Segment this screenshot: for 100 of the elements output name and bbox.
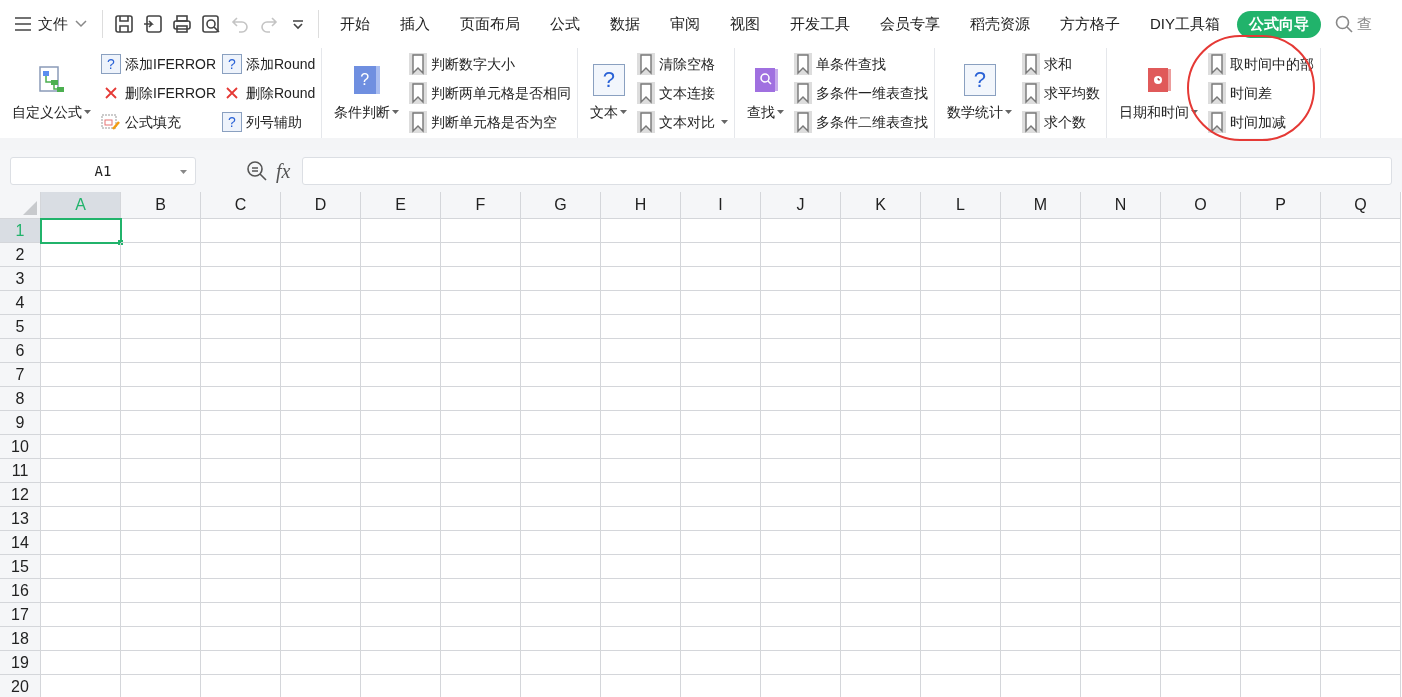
grid-cell[interactable] bbox=[201, 555, 281, 579]
row-header[interactable]: 19 bbox=[0, 651, 41, 675]
ribbon-tab[interactable]: 方方格子 bbox=[1047, 10, 1133, 38]
grid-cell[interactable] bbox=[681, 291, 761, 315]
ribbon-item[interactable]: 时间差 bbox=[1208, 81, 1315, 105]
grid-cell[interactable] bbox=[921, 291, 1001, 315]
grid-cell[interactable] bbox=[761, 243, 841, 267]
grid-cell[interactable] bbox=[121, 603, 201, 627]
row-header[interactable]: 12 bbox=[0, 483, 41, 507]
grid-cell[interactable] bbox=[1321, 627, 1401, 651]
grid-cell[interactable] bbox=[1321, 507, 1401, 531]
grid-cell[interactable] bbox=[601, 531, 681, 555]
grid-cell[interactable] bbox=[1081, 651, 1161, 675]
column-header[interactable]: K bbox=[841, 192, 921, 219]
grid-cell[interactable] bbox=[1241, 507, 1321, 531]
grid-cell[interactable] bbox=[1081, 219, 1161, 243]
grid-cell[interactable] bbox=[921, 651, 1001, 675]
grid-cell[interactable] bbox=[441, 387, 521, 411]
grid-cell[interactable] bbox=[441, 579, 521, 603]
column-header[interactable]: F bbox=[441, 192, 521, 219]
grid-cell[interactable] bbox=[841, 315, 921, 339]
grid-cell[interactable] bbox=[681, 579, 761, 603]
grid-cell[interactable] bbox=[1241, 627, 1321, 651]
grid-cell[interactable] bbox=[201, 459, 281, 483]
ribbon-button[interactable]: ? 条件判断 bbox=[330, 48, 404, 138]
grid-cell[interactable] bbox=[1321, 603, 1401, 627]
grid-cell[interactable] bbox=[521, 627, 601, 651]
grid-cell[interactable] bbox=[521, 651, 601, 675]
ribbon-button[interactable]: ? 数学统计 bbox=[943, 48, 1017, 138]
grid-cell[interactable] bbox=[1001, 507, 1081, 531]
grid-cell[interactable] bbox=[281, 219, 361, 243]
grid-cell[interactable] bbox=[921, 459, 1001, 483]
grid-cell[interactable] bbox=[1321, 459, 1401, 483]
grid-cell[interactable] bbox=[761, 363, 841, 387]
grid-cell[interactable] bbox=[921, 387, 1001, 411]
ribbon-tab[interactable]: 插入 bbox=[387, 10, 443, 38]
grid-cell[interactable] bbox=[681, 531, 761, 555]
grid-cell[interactable] bbox=[1081, 339, 1161, 363]
grid-cell[interactable] bbox=[1321, 651, 1401, 675]
grid-cell[interactable] bbox=[921, 363, 1001, 387]
grid-cell[interactable] bbox=[1161, 531, 1241, 555]
grid-cell[interactable] bbox=[1001, 579, 1081, 603]
grid-cell[interactable] bbox=[361, 243, 441, 267]
grid-cell[interactable] bbox=[601, 579, 681, 603]
grid-cell[interactable] bbox=[1081, 507, 1161, 531]
row-header[interactable]: 3 bbox=[0, 267, 41, 291]
grid-cell[interactable] bbox=[121, 435, 201, 459]
grid-cell[interactable] bbox=[521, 267, 601, 291]
column-header[interactable]: E bbox=[361, 192, 441, 219]
row-header[interactable]: 16 bbox=[0, 579, 41, 603]
grid-cell[interactable] bbox=[121, 459, 201, 483]
grid-cell[interactable] bbox=[281, 315, 361, 339]
grid-cell[interactable] bbox=[1081, 267, 1161, 291]
grid-cell[interactable] bbox=[681, 411, 761, 435]
row-header[interactable]: 20 bbox=[0, 675, 41, 697]
grid-cell[interactable] bbox=[1241, 411, 1321, 435]
ribbon-item[interactable]: 判断单元格是否为空 bbox=[409, 110, 572, 134]
ribbon-item[interactable]: 求和 bbox=[1022, 52, 1101, 76]
grid-cell[interactable] bbox=[1161, 243, 1241, 267]
grid-cell[interactable] bbox=[921, 435, 1001, 459]
ribbon-button[interactable]: ? 文本 bbox=[586, 48, 632, 138]
grid-cell[interactable] bbox=[201, 507, 281, 531]
grid-cell[interactable] bbox=[1161, 603, 1241, 627]
grid-cell[interactable] bbox=[1321, 435, 1401, 459]
grid-cell[interactable] bbox=[1001, 603, 1081, 627]
grid-cell[interactable] bbox=[1161, 627, 1241, 651]
grid-cell[interactable] bbox=[441, 219, 521, 243]
ribbon-item[interactable]: 删除Round bbox=[222, 81, 316, 105]
grid-cell[interactable] bbox=[121, 291, 201, 315]
grid-cell[interactable] bbox=[1001, 363, 1081, 387]
grid-cell[interactable] bbox=[1081, 459, 1161, 483]
grid-cell[interactable] bbox=[601, 291, 681, 315]
grid-cell[interactable] bbox=[1241, 243, 1321, 267]
grid-cell[interactable] bbox=[921, 603, 1001, 627]
grid-cell[interactable] bbox=[1001, 435, 1081, 459]
grid-cell[interactable] bbox=[361, 507, 441, 531]
grid-cell[interactable] bbox=[681, 363, 761, 387]
grid-cell[interactable] bbox=[921, 411, 1001, 435]
grid-cell[interactable] bbox=[281, 387, 361, 411]
grid-cell[interactable] bbox=[41, 555, 121, 579]
grid-cell[interactable] bbox=[441, 459, 521, 483]
grid-cell[interactable] bbox=[1161, 507, 1241, 531]
ribbon-item[interactable]: 判断两单元格是否相同 bbox=[409, 81, 572, 105]
grid-cell[interactable] bbox=[601, 411, 681, 435]
grid-cell[interactable] bbox=[841, 219, 921, 243]
grid-cell[interactable] bbox=[201, 363, 281, 387]
column-header[interactable]: H bbox=[601, 192, 681, 219]
file-menu[interactable]: 文件 bbox=[0, 0, 102, 48]
grid-cell[interactable] bbox=[1001, 291, 1081, 315]
grid-cell[interactable] bbox=[41, 411, 121, 435]
grid-cell[interactable] bbox=[601, 243, 681, 267]
ribbon-tab[interactable]: 公式 bbox=[537, 10, 593, 38]
grid-cell[interactable] bbox=[201, 291, 281, 315]
grid-cell[interactable] bbox=[121, 627, 201, 651]
grid-cell[interactable] bbox=[201, 651, 281, 675]
grid-cell[interactable] bbox=[201, 267, 281, 291]
name-box[interactable]: A1 bbox=[10, 157, 196, 185]
grid-cell[interactable] bbox=[521, 531, 601, 555]
grid-cell[interactable] bbox=[761, 315, 841, 339]
grid-cell[interactable] bbox=[601, 507, 681, 531]
